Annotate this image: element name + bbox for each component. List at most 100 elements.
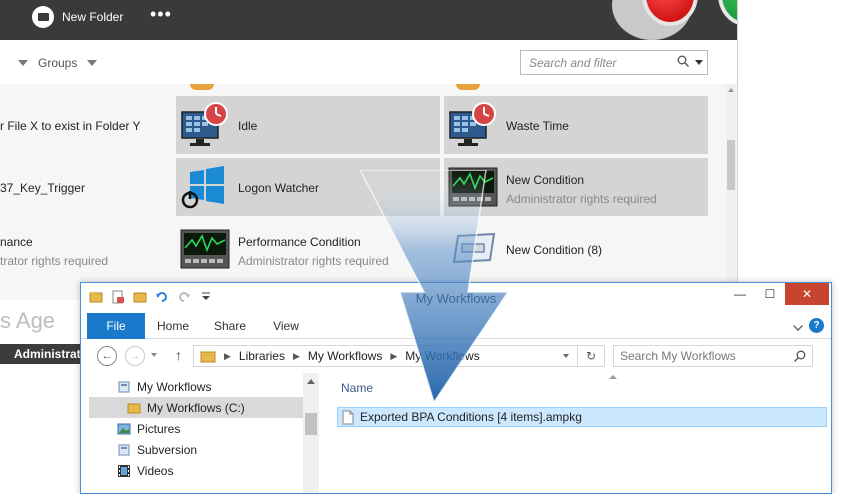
performance-monitor-icon — [180, 229, 230, 269]
ribbon: File Home Share View ? — [81, 313, 831, 339]
tree-item-subversion[interactable]: Subversion — [117, 439, 197, 460]
window-title: My Workflows — [415, 291, 497, 306]
tree-item-label: Subversion — [137, 442, 198, 457]
scroll-thumb[interactable] — [305, 413, 317, 435]
groups-label: Groups — [38, 56, 78, 70]
breadcrumb-item[interactable]: Libraries — [239, 349, 285, 363]
file-icon — [342, 410, 354, 424]
bpa-scrollbar[interactable] — [726, 84, 736, 300]
up-button[interactable]: ↑ — [175, 347, 182, 363]
monitor-clock-icon — [449, 102, 496, 146]
bpa-titlebar: New Folder ••• — [0, 0, 737, 40]
address-bar[interactable]: ▶ Libraries ▶ My Workflows ▶ My Workflow… — [193, 345, 605, 367]
list-item-title: r File X to exist in Folder Y — [0, 119, 141, 133]
tile-title: New Condition (8) — [506, 243, 603, 257]
tree-item-label: My Workflows (C:) — [147, 400, 245, 415]
address-dropdown-icon[interactable] — [563, 354, 569, 358]
tile-edge-icon — [190, 84, 214, 90]
ghost-admin-bar: Administrat — [0, 344, 80, 364]
recent-locations-icon[interactable] — [151, 353, 157, 357]
chevron-down-icon — [87, 60, 98, 66]
sort-ascending-icon — [609, 375, 617, 379]
performance-monitor-icon — [448, 167, 498, 207]
pictures-library-icon — [117, 423, 131, 434]
forward-button[interactable]: → — [125, 346, 145, 366]
folder-icon — [200, 351, 216, 362]
explorer-window: My Workflows — ☐ ✕ File Home Share View … — [80, 282, 832, 494]
refresh-button[interactable]: ↻ — [577, 345, 605, 367]
search-placeholder: Search and filter — [529, 56, 617, 70]
tab-file[interactable]: File — [87, 313, 145, 339]
breadcrumb-separator: ▶ — [390, 350, 398, 361]
tile-title: Performance Condition — [238, 235, 361, 249]
file-list: Name Exported BPA Conditions [4 items].a… — [321, 373, 831, 493]
search-filter-input[interactable]: Search and filter — [520, 50, 708, 75]
videos-library-icon — [118, 464, 130, 477]
ghost-tabs: s Age — [0, 308, 56, 333]
condition-tile-waste-time[interactable]: Waste Time — [444, 96, 708, 154]
start-button[interactable] — [718, 0, 737, 26]
tile-title: Waste Time — [506, 119, 569, 133]
tree-item-my-workflows[interactable]: My Workflows — [117, 376, 211, 397]
navigation-bar: ← → ↑ ▶ Libraries ▶ My Workflows ▶ My Wo… — [81, 339, 831, 373]
help-icon[interactable]: ? — [809, 318, 824, 333]
groups-dropdown[interactable]: Groups — [18, 56, 98, 70]
list-item[interactable]: 37_Key_Trigger — [0, 181, 85, 195]
folder-icon — [127, 403, 141, 413]
tile-subtitle: Administrator rights required — [238, 254, 389, 268]
condition-tile-idle[interactable]: Idle — [176, 96, 440, 154]
tab-view[interactable]: View — [259, 313, 313, 339]
folder-icon — [32, 6, 54, 28]
more-options-button[interactable]: ••• — [150, 4, 172, 25]
search-placeholder: Search My Workflows — [620, 349, 736, 363]
scroll-thumb[interactable] — [727, 140, 735, 190]
back-button[interactable]: ← — [97, 346, 117, 366]
tab-home[interactable]: Home — [145, 313, 201, 339]
tile-subtitle: Administrator rights required — [506, 192, 657, 206]
status-lights — [612, 0, 737, 40]
library-icon — [118, 444, 130, 455]
maximize-button[interactable]: ☐ — [755, 283, 785, 305]
tile-title: Idle — [238, 119, 258, 133]
generic-condition-icon — [452, 232, 496, 264]
breadcrumb-separator: ▶ — [224, 350, 231, 361]
breadcrumb-item[interactable]: My Workflows — [405, 349, 479, 363]
search-input[interactable]: Search My Workflows — [613, 345, 813, 367]
list-item-title: nance — [0, 235, 33, 249]
tree-item-pictures[interactable]: Pictures — [117, 418, 180, 439]
tree-item-label: My Workflows — [137, 379, 212, 394]
list-item-subtitle: trator rights required — [0, 254, 109, 268]
minimize-button[interactable]: — — [725, 283, 755, 305]
tile-title: New Condition — [506, 173, 585, 187]
list-item[interactable]: r File X to exist in Folder Y — [0, 119, 141, 133]
library-icon — [118, 381, 130, 392]
tab-share[interactable]: Share — [201, 313, 259, 339]
condition-tile-performance-condition[interactable]: Performance Condition Administrator righ… — [176, 220, 440, 278]
tree-item-label: Pictures — [137, 421, 181, 436]
file-row[interactable]: Exported BPA Conditions [4 items].ampkg — [337, 407, 827, 427]
bpa-toolbar: Groups Search and filter — [0, 40, 737, 84]
tile-title: Logon Watcher — [238, 181, 319, 195]
condition-tile-logon-watcher[interactable]: Logon Watcher — [176, 158, 440, 216]
windows-power-icon — [181, 166, 224, 209]
tree-scrollbar[interactable] — [303, 373, 319, 493]
expand-ribbon-icon[interactable] — [793, 321, 803, 331]
search-icon[interactable] — [677, 55, 689, 67]
scroll-up-icon[interactable] — [307, 379, 315, 384]
condition-tile-new-condition[interactable]: New Condition Administrator rights requi… — [444, 158, 708, 216]
breadcrumb-item[interactable]: My Workflows — [308, 349, 382, 363]
condition-tile-new-condition-8[interactable]: New Condition (8) — [444, 220, 708, 278]
column-header-name[interactable]: Name — [341, 381, 373, 395]
explorer-titlebar: My Workflows — ☐ ✕ — [81, 283, 831, 313]
search-dropdown-icon[interactable] — [695, 60, 703, 65]
file-name: Exported BPA Conditions [4 items].ampkg — [360, 410, 582, 424]
navigation-pane: My Workflows My Workflows (C:) Pictures … — [81, 373, 321, 493]
monitor-clock-icon — [181, 102, 228, 146]
list-item[interactable]: nance trator rights required — [0, 235, 108, 268]
new-folder-button[interactable]: New Folder — [32, 6, 123, 28]
search-icon — [794, 350, 806, 362]
scroll-up-icon[interactable] — [728, 88, 734, 92]
tree-item-my-workflows-c[interactable]: My Workflows (C:) — [89, 397, 303, 418]
tree-item-videos[interactable]: Videos — [117, 460, 173, 481]
close-button[interactable]: ✕ — [785, 283, 829, 305]
